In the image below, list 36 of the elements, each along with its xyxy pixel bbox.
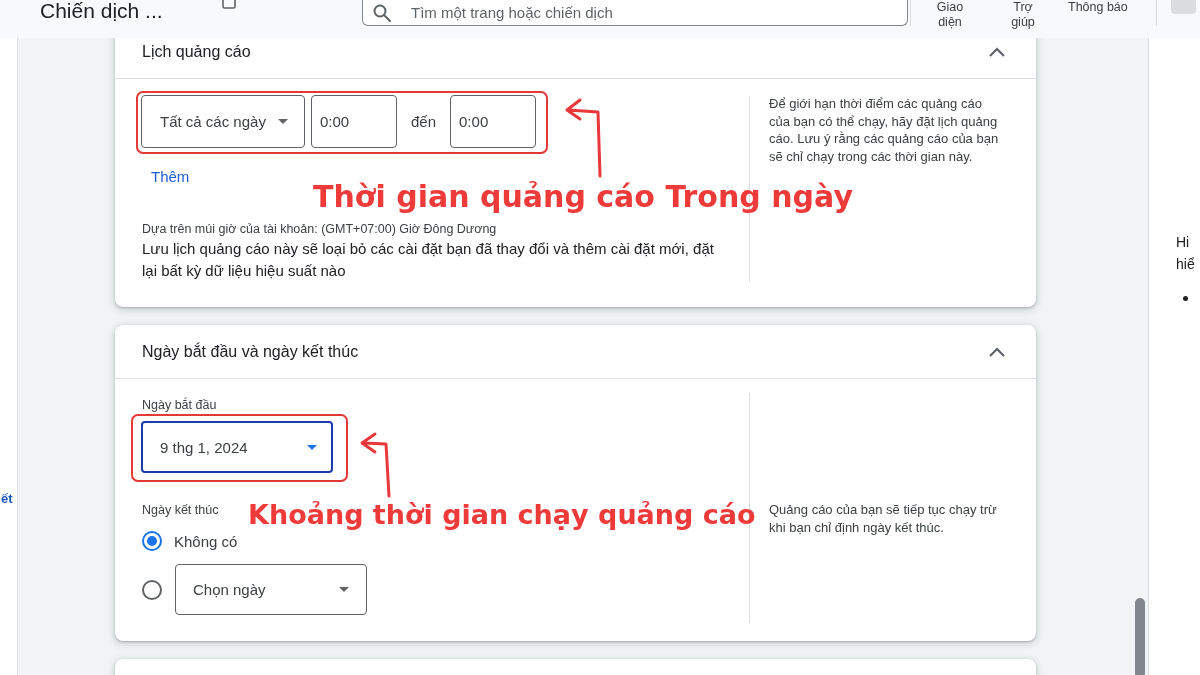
separator-text: đến: [411, 113, 437, 130]
search-icon: [373, 4, 391, 22]
nav-link[interactable]: ết: [1, 491, 13, 507]
page-title: Chiến dịch ...: [40, 0, 164, 22]
help-text: Quảng cáo của bạn sẽ tiếp tục chạy trừ khi bạn chỉ định ngày kết thúc.: [769, 501, 998, 536]
radio-button[interactable]: [142, 579, 162, 600]
section-title: Lịch quảng cáo: [142, 41, 251, 62]
field-label: Ngày bắt đầu: [141, 397, 217, 413]
warning-text: Lưu lịch quảng cáo này sẽ loại bỏ các cài đặt bạn đã thay đổi và thêm cài đặt mới, đặt lại bất kỳ dữ liệu hiệu suất nào: [141, 239, 715, 281]
timezone-note: Dựa trên múi giờ của tài khoản: (GMT+07:00) Giờ Đông Dương: [141, 221, 497, 237]
bullet-icon: [1183, 296, 1188, 301]
chevron-up-icon[interactable]: [989, 346, 1005, 357]
section-title: Ngày bắt đầu và ngày kết thúc: [142, 341, 359, 362]
caret-icon: [307, 444, 317, 450]
time-field[interactable]: 0:00: [311, 95, 397, 148]
radio-label: Không có: [174, 532, 238, 550]
annotation-text: Khoảng thời gian chạy quảng cáo: [248, 499, 756, 531]
search-field[interactable]: Tìm một trang hoặc chiến dịch: [362, 0, 908, 26]
add-link[interactable]: Thêm: [136, 158, 205, 194]
field-label: Ngày kết thúc: [141, 502, 219, 518]
annotation-text: Thời gian quảng cáo Trong ngày: [313, 180, 853, 215]
toolbar-button[interactable]: Giao diện: [928, 0, 972, 30]
chevron-up-icon[interactable]: [989, 46, 1005, 57]
caret-icon: [339, 587, 349, 592]
panel-text: hiể: [1176, 255, 1195, 274]
day-dropdown[interactable]: Tất cả các ngày: [141, 95, 305, 148]
help-text: Để giới hạn thời điểm các quảng cáo của bạn có thể chạy, hãy đặt lịch quảng cáo. Lưu ý rằng các quảng cáo của bạn sẽ chỉ chạy trong các thời gian này.: [769, 95, 1000, 165]
date-dropdown[interactable]: 9 thg 1, 2024: [141, 421, 333, 473]
panel-text: Hi: [1176, 233, 1190, 252]
caret-icon: [278, 119, 288, 124]
toolbar-button[interactable]: Thông báo: [1068, 0, 1128, 15]
radio-button[interactable]: [142, 531, 162, 551]
date-dropdown[interactable]: Chọn ngày: [175, 564, 367, 615]
time-field[interactable]: 0:00: [450, 95, 537, 148]
toolbar-button[interactable]: Trợ giúp: [1001, 0, 1045, 30]
scrollbar-thumb[interactable]: [1135, 598, 1145, 675]
